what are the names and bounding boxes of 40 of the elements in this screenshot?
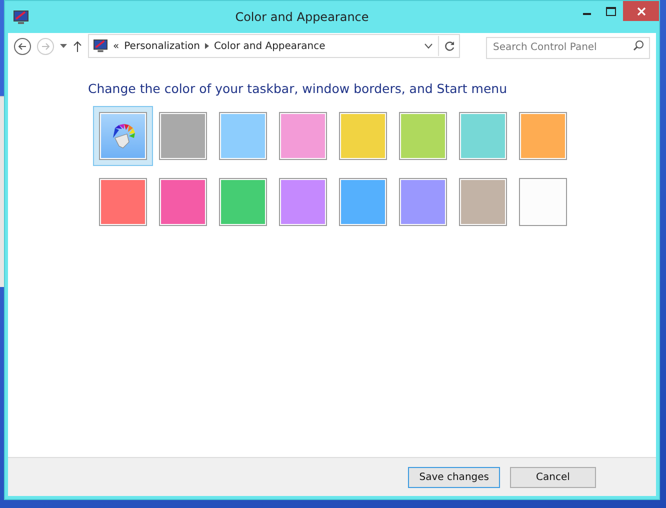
address-bar[interactable]: « Personalization Color and Appearance bbox=[88, 34, 460, 58]
refresh-icon[interactable] bbox=[444, 40, 455, 52]
forward-arrow-icon bbox=[41, 42, 50, 50]
color-swatch[interactable] bbox=[219, 112, 267, 160]
search-icon bbox=[633, 40, 644, 51]
window-title: Color and Appearance bbox=[234, 10, 370, 24]
dropdown-icon[interactable] bbox=[60, 44, 67, 48]
color-swatch[interactable] bbox=[279, 178, 327, 226]
heading: Change the color of your taskbar, window borders, and Start menu bbox=[88, 81, 508, 96]
color-swatch[interactable] bbox=[219, 178, 267, 226]
color-swatch[interactable] bbox=[519, 112, 567, 160]
color-swatch[interactable] bbox=[339, 178, 387, 226]
color-swatch[interactable] bbox=[399, 178, 447, 226]
breadcrumb[interactable]: Personalization bbox=[124, 40, 200, 52]
back-button[interactable] bbox=[14, 38, 31, 54]
dialog-button[interactable]: Save changes bbox=[408, 466, 500, 488]
monitor-icon bbox=[93, 39, 108, 53]
chevron-right-icon bbox=[204, 43, 209, 49]
monitor-icon bbox=[13, 10, 29, 24]
breadcrumb[interactable]: Color and Appearance bbox=[214, 40, 326, 52]
search-field[interactable]: Search Control Panel bbox=[486, 36, 650, 58]
color-swatch[interactable] bbox=[159, 178, 207, 226]
color-swatch[interactable] bbox=[459, 112, 507, 160]
up-arrow-icon[interactable] bbox=[73, 40, 82, 52]
close-icon bbox=[636, 6, 646, 16]
color-swatch[interactable] bbox=[159, 112, 207, 160]
back-arrow-icon bbox=[18, 42, 27, 50]
color-swatch[interactable] bbox=[459, 178, 507, 226]
dialog-button[interactable]: Cancel bbox=[510, 466, 596, 488]
color-swatch[interactable] bbox=[279, 112, 327, 160]
color-swatch[interactable] bbox=[99, 178, 147, 226]
color-swatch[interactable] bbox=[339, 112, 387, 160]
overflow-chevron[interactable]: « bbox=[113, 40, 120, 52]
color-mixer-swatch[interactable] bbox=[99, 112, 147, 160]
forward-button[interactable] bbox=[37, 38, 54, 54]
color-swatch[interactable] bbox=[519, 178, 567, 226]
close-button[interactable] bbox=[623, 1, 659, 21]
chevron-down-icon[interactable] bbox=[424, 43, 433, 49]
color-swatch[interactable] bbox=[399, 112, 447, 160]
maximize-icon bbox=[606, 6, 616, 16]
